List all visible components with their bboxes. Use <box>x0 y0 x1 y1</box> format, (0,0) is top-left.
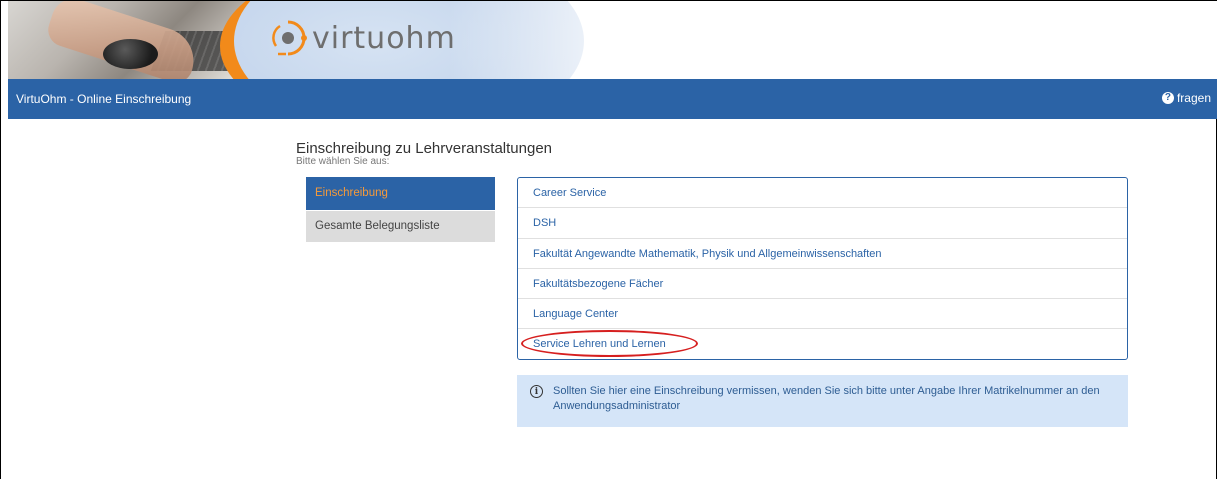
sidebar-menu: Einschreibung Gesamte Belegungsliste <box>306 177 495 243</box>
list-item-dsh[interactable]: DSH <box>518 208 1127 239</box>
virtuohm-logo[interactable]: virtuohm <box>266 13 456 63</box>
banner-photo <box>8 1 248 79</box>
help-label: fragen <box>1176 91 1211 105</box>
list-item-fakultaetsbezogene-faecher[interactable]: Fakultätsbezogene Fächer <box>518 269 1127 300</box>
list-item-language-center[interactable]: Language Center <box>518 299 1127 330</box>
sidebar-item-einschreibung[interactable]: Einschreibung <box>306 177 495 210</box>
logo-text: virtuohm <box>312 20 456 56</box>
app-title[interactable]: VirtuOhm - Online Einschreibung <box>16 92 191 106</box>
page-subtitle: Bitte wählen Sie aus: <box>296 156 390 167</box>
question-icon: ? <box>1161 92 1174 104</box>
banner-fade <box>448 1 648 79</box>
header-banner: virtuohm <box>8 1 1217 79</box>
list-item-career-service[interactable]: Career Service <box>518 178 1127 209</box>
help-link[interactable]: ? fragen <box>1161 91 1211 105</box>
mouse-image <box>103 39 158 69</box>
info-alert: i Sollten Sie hier eine Einschreibung ve… <box>517 375 1128 427</box>
list-item-fakultaet-amp[interactable]: Fakultät Angewandte Mathematik, Physik u… <box>518 239 1127 269</box>
top-navbar: VirtuOhm - Online Einschreibung ? fragen <box>8 79 1217 119</box>
info-text: Sollten Sie hier eine Einschreibung verm… <box>553 385 1100 412</box>
info-icon: i <box>530 385 543 398</box>
sidebar-item-belegungsliste[interactable]: Gesamte Belegungsliste <box>306 211 495 242</box>
page-title: Einschreibung zu Lehrveranstaltungen <box>296 140 553 157</box>
faculty-list: Career Service DSH Fakultät Angewandte M… <box>517 177 1128 360</box>
list-item-service-lehren-lernen[interactable]: Service Lehren und Lernen <box>518 329 1127 359</box>
logo-mark-icon <box>272 20 307 56</box>
